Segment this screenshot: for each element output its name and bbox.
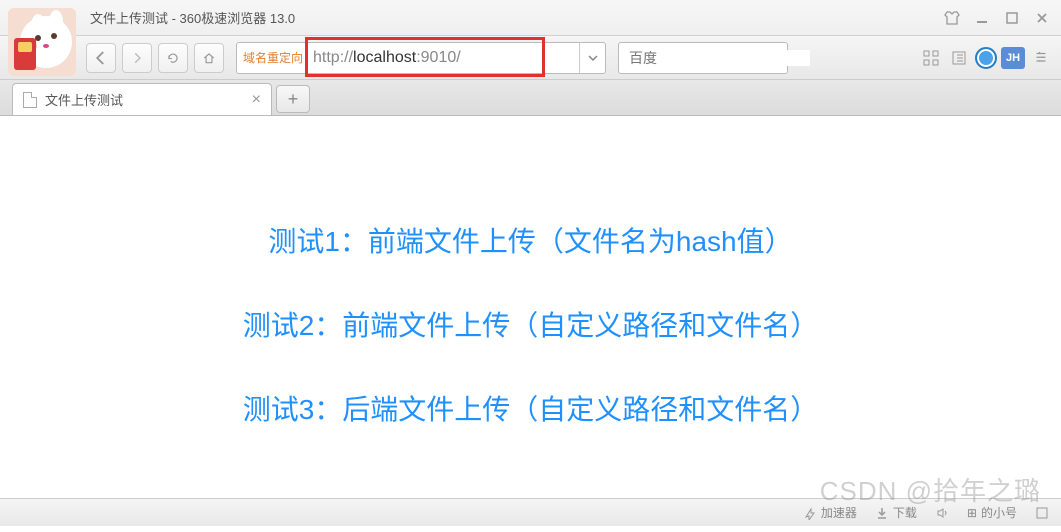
test-link-3[interactable]: 测试3：后端文件上传（自定义路径和文件名） <box>0 388 1061 428</box>
close-button[interactable] <box>1031 9 1053 27</box>
page-icon <box>23 92 37 108</box>
sync-icon[interactable] <box>975 47 997 69</box>
search-box[interactable] <box>618 42 788 74</box>
toolbar: 域名重定向 http://localhost:9010/ JH <box>0 36 1061 80</box>
address-bar[interactable]: 域名重定向 http://localhost:9010/ <box>236 42 606 74</box>
titlebar: 文件上传测试 - 360极速浏览器 13.0 <box>0 0 1061 36</box>
home-button[interactable] <box>194 43 224 73</box>
avatar[interactable] <box>8 8 76 76</box>
statusbar: 加速器 下载 ⊞的小号 <box>0 498 1061 526</box>
toolbar-icons: JH <box>919 46 1061 70</box>
page-content: 测试1：前端文件上传（文件名为hash值） 测试2：前端文件上传（自定义路径和文… <box>0 116 1061 532</box>
search-input[interactable] <box>629 50 810 66</box>
minimize-button[interactable] <box>971 9 993 27</box>
reload-button[interactable] <box>158 43 188 73</box>
window-controls <box>941 9 1053 27</box>
tab-active[interactable]: 文件上传测试 × <box>12 83 272 115</box>
redirect-label: 域名重定向 <box>237 49 309 66</box>
status-label[interactable]: ⊞的小号 <box>967 504 1017 521</box>
apps-icon[interactable] <box>919 46 943 70</box>
zoom-icon[interactable] <box>1035 506 1049 520</box>
new-tab-button[interactable]: + <box>276 85 310 113</box>
tab-label: 文件上传测试 <box>45 90 123 109</box>
settings-icon[interactable] <box>1029 46 1053 70</box>
back-button[interactable] <box>86 43 116 73</box>
test-link-1[interactable]: 测试1：前端文件上传（文件名为hash值） <box>0 220 1061 260</box>
forward-button[interactable] <box>122 43 152 73</box>
window-title: 文件上传测试 - 360极速浏览器 13.0 <box>90 8 295 27</box>
tab-close-button[interactable]: × <box>252 91 261 109</box>
address-dropdown[interactable] <box>579 43 605 73</box>
tabbar: 文件上传测试 × + <box>0 80 1061 116</box>
test-link-2[interactable]: 测试2：前端文件上传（自定义路径和文件名） <box>0 304 1061 344</box>
jh-badge[interactable]: JH <box>1001 47 1025 69</box>
url-text: http://localhost:9010/ <box>309 47 579 69</box>
skin-icon[interactable] <box>941 9 963 27</box>
bookmark-icon[interactable] <box>947 46 971 70</box>
sound-icon[interactable] <box>935 506 949 520</box>
download-button[interactable]: 下载 <box>875 504 917 521</box>
maximize-button[interactable] <box>1001 9 1023 27</box>
accelerator-button[interactable]: 加速器 <box>803 504 857 521</box>
